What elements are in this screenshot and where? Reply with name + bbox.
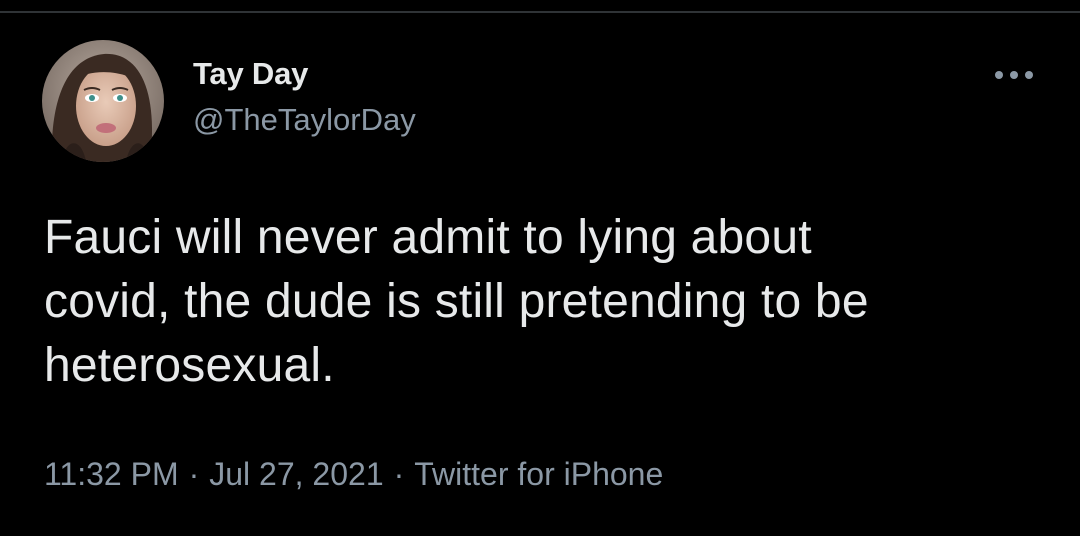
- author-info[interactable]: Tay Day @TheTaylorDay: [193, 54, 416, 140]
- user-handle[interactable]: @TheTaylorDay: [193, 100, 416, 140]
- tweet-text: Fauci will never admit to lying about co…: [44, 211, 869, 392]
- avatar[interactable]: [42, 40, 164, 162]
- display-name[interactable]: Tay Day: [193, 54, 416, 94]
- tweet-metadata: 11:32 PM · Jul 27, 2021 · Twitter for iPhone: [44, 452, 663, 496]
- meta-separator: ·: [393, 456, 405, 492]
- profile-photo-icon: [42, 40, 164, 162]
- more-horizontal-icon: [995, 71, 1033, 79]
- tweet[interactable]: Tay Day @TheTaylorDay Fauci will never a…: [0, 0, 1080, 536]
- meta-separator: ·: [188, 456, 200, 492]
- more-button[interactable]: [990, 60, 1038, 90]
- tweet-time[interactable]: 11:32 PM: [44, 456, 179, 492]
- tweet-source[interactable]: Twitter for iPhone: [414, 456, 663, 492]
- tweet-date[interactable]: Jul 27, 2021: [209, 456, 383, 492]
